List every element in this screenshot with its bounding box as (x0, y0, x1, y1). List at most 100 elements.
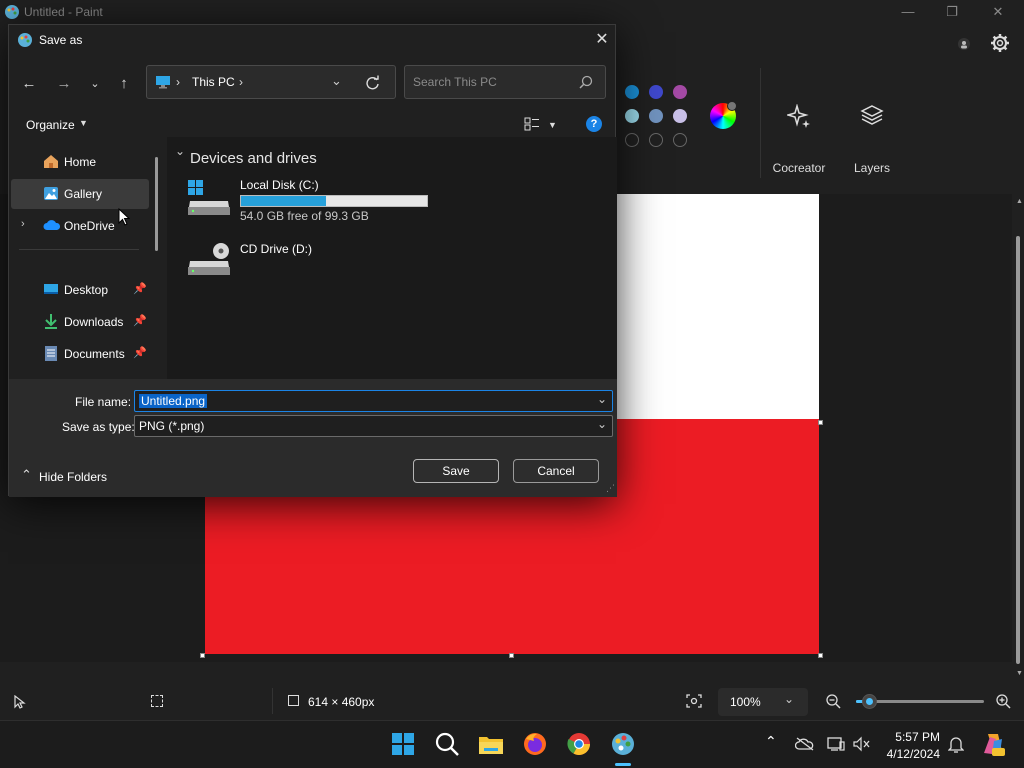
file-explorer-icon[interactable] (476, 729, 506, 759)
color-swatch[interactable] (649, 85, 663, 99)
resize-handle[interactable] (200, 653, 205, 658)
pin-icon[interactable]: 📌 (133, 314, 147, 327)
clock-date[interactable]: 4/12/2024 (880, 747, 940, 761)
copilot-icon[interactable] (980, 731, 1006, 757)
layers-icon[interactable] (860, 103, 884, 127)
empty-swatch[interactable] (649, 133, 663, 147)
pin-icon[interactable]: 📌 (133, 346, 147, 359)
zoom-in-icon[interactable] (996, 694, 1012, 710)
fit-to-window-icon[interactable] (686, 694, 702, 708)
firefox-icon[interactable] (520, 729, 550, 759)
scroll-up-icon[interactable]: ▲ (1016, 198, 1023, 205)
network-icon[interactable] (827, 736, 845, 752)
downloads-icon (45, 314, 57, 329)
scroll-thumb[interactable] (1016, 236, 1020, 664)
search-icon[interactable] (579, 75, 593, 89)
nav-divider (19, 249, 139, 250)
save-type-value: PNG (*.png) (139, 419, 205, 433)
color-swatch[interactable] (649, 109, 663, 123)
scroll-down-icon[interactable]: ▼ (1016, 670, 1023, 677)
color-picker-dot (727, 101, 737, 111)
cocreator-icon[interactable] (787, 104, 811, 128)
resize-handle[interactable] (818, 653, 823, 658)
dialog-titlebar[interactable]: Save as ✕ (9, 25, 617, 55)
empty-swatch[interactable] (673, 133, 687, 147)
nav-item-gallery[interactable]: Gallery (11, 179, 149, 209)
nav-item-desktop[interactable]: Desktop 📌 (11, 275, 149, 305)
notifications-bell-icon[interactable] (948, 736, 964, 753)
save-type-label: Save as type: (62, 420, 135, 434)
color-swatch[interactable] (625, 85, 639, 99)
search-icon[interactable] (432, 729, 462, 759)
address-crumb[interactable]: This PC (192, 75, 235, 89)
cancel-button[interactable]: Cancel (513, 459, 599, 483)
clock-time[interactable]: 5:57 PM (880, 730, 940, 744)
paint-taskbar-icon[interactable] (608, 729, 638, 759)
start-windows-icon[interactable] (388, 729, 418, 759)
onedrive-cloud-icon (43, 220, 61, 230)
paint-window-title: Untitled - Paint (24, 5, 103, 19)
expand-chevron-icon[interactable]: › (21, 218, 25, 230)
zoom-slider-thumb[interactable] (861, 694, 877, 709)
dialog-title: Save as (39, 33, 83, 47)
organize-menu[interactable]: Organize (26, 118, 75, 132)
maximize-icon[interactable]: ❐ (941, 2, 963, 22)
group-title[interactable]: Devices and drives (190, 150, 317, 167)
vertical-scrollbar[interactable]: ▲ ▼ (1012, 194, 1024, 680)
zoom-slider[interactable] (856, 694, 984, 709)
organize-chevron-icon[interactable]: ▼ (79, 118, 88, 128)
color-swatch[interactable] (625, 109, 639, 123)
chrome-icon[interactable] (564, 729, 594, 759)
save-type-chevron-icon[interactable]: ⌄ (597, 417, 607, 431)
group-collapse-chevron-icon[interactable]: ⌄ (175, 144, 185, 158)
back-arrow-icon[interactable]: ← (18, 73, 40, 95)
this-pc-icon (156, 76, 170, 89)
nav-item-downloads[interactable]: Downloads 📌 (11, 307, 149, 337)
profile-icon[interactable] (957, 37, 971, 51)
save-options-area: File name: Untitled.png ⌄ Save as type: … (9, 379, 617, 497)
dialog-close-icon[interactable]: ✕ (591, 29, 613, 51)
close-window-icon[interactable]: ✕ (987, 2, 1009, 22)
mouse-cursor-icon (118, 208, 130, 226)
file-name-input[interactable]: Untitled.png ⌄ (134, 390, 613, 412)
nav-scroll-thumb[interactable] (155, 157, 158, 251)
settings-gear-icon[interactable] (990, 33, 1010, 53)
zoom-dropdown[interactable]: 100% ⌄ (718, 688, 808, 716)
recent-locations-chevron-icon[interactable]: ⌄ (84, 73, 106, 95)
search-box[interactable]: Search This PC (404, 65, 606, 99)
view-options-icon[interactable] (524, 117, 540, 131)
pin-icon[interactable]: 📌 (133, 282, 147, 295)
minimize-icon[interactable]: — (897, 2, 919, 22)
zoom-out-icon[interactable] (826, 694, 842, 710)
volume-muted-icon[interactable] (853, 736, 871, 752)
drive-item-d[interactable]: CD Drive (D:) (185, 241, 455, 281)
status-divider (272, 688, 273, 714)
save-type-select[interactable]: PNG (*.png) ⌄ (134, 415, 613, 437)
color-swatch[interactable] (673, 85, 687, 99)
refresh-icon[interactable] (365, 75, 380, 90)
up-arrow-icon[interactable]: ↑ (113, 73, 135, 95)
save-button[interactable]: Save (413, 459, 499, 483)
file-name-history-chevron-icon[interactable]: ⌄ (597, 392, 607, 406)
show-hidden-icons-chevron-icon[interactable]: ⌃ (765, 733, 777, 750)
hide-folders-toggle[interactable]: ⌃ Hide Folders (19, 467, 129, 487)
layers-label[interactable]: Layers (850, 161, 894, 175)
view-options-chevron-icon[interactable]: ▼ (548, 120, 557, 130)
nav-item-documents[interactable]: Documents 📌 (11, 339, 149, 369)
drive-usage-fill (241, 196, 326, 206)
drive-item-c[interactable]: Local Disk (C:) 54.0 GB free of 99.3 GB (185, 177, 455, 227)
cd-drive-icon (188, 243, 230, 275)
resize-handle[interactable] (509, 653, 514, 658)
address-bar[interactable]: › This PC › ⌄ (146, 65, 396, 99)
resize-handle[interactable] (818, 420, 823, 425)
help-icon[interactable]: ? (586, 116, 602, 132)
nav-item-label: Home (64, 155, 97, 169)
nav-item-home[interactable]: Home (11, 147, 149, 177)
onedrive-status-icon[interactable] (795, 737, 815, 751)
empty-swatch[interactable] (625, 133, 639, 147)
color-swatch[interactable] (673, 109, 687, 123)
cocreator-label[interactable]: Cocreator (772, 161, 826, 175)
resize-grip-icon[interactable]: ⋰ (606, 483, 615, 494)
forward-arrow-icon[interactable]: → (53, 73, 75, 95)
address-history-chevron-icon[interactable]: ⌄ (331, 73, 342, 89)
